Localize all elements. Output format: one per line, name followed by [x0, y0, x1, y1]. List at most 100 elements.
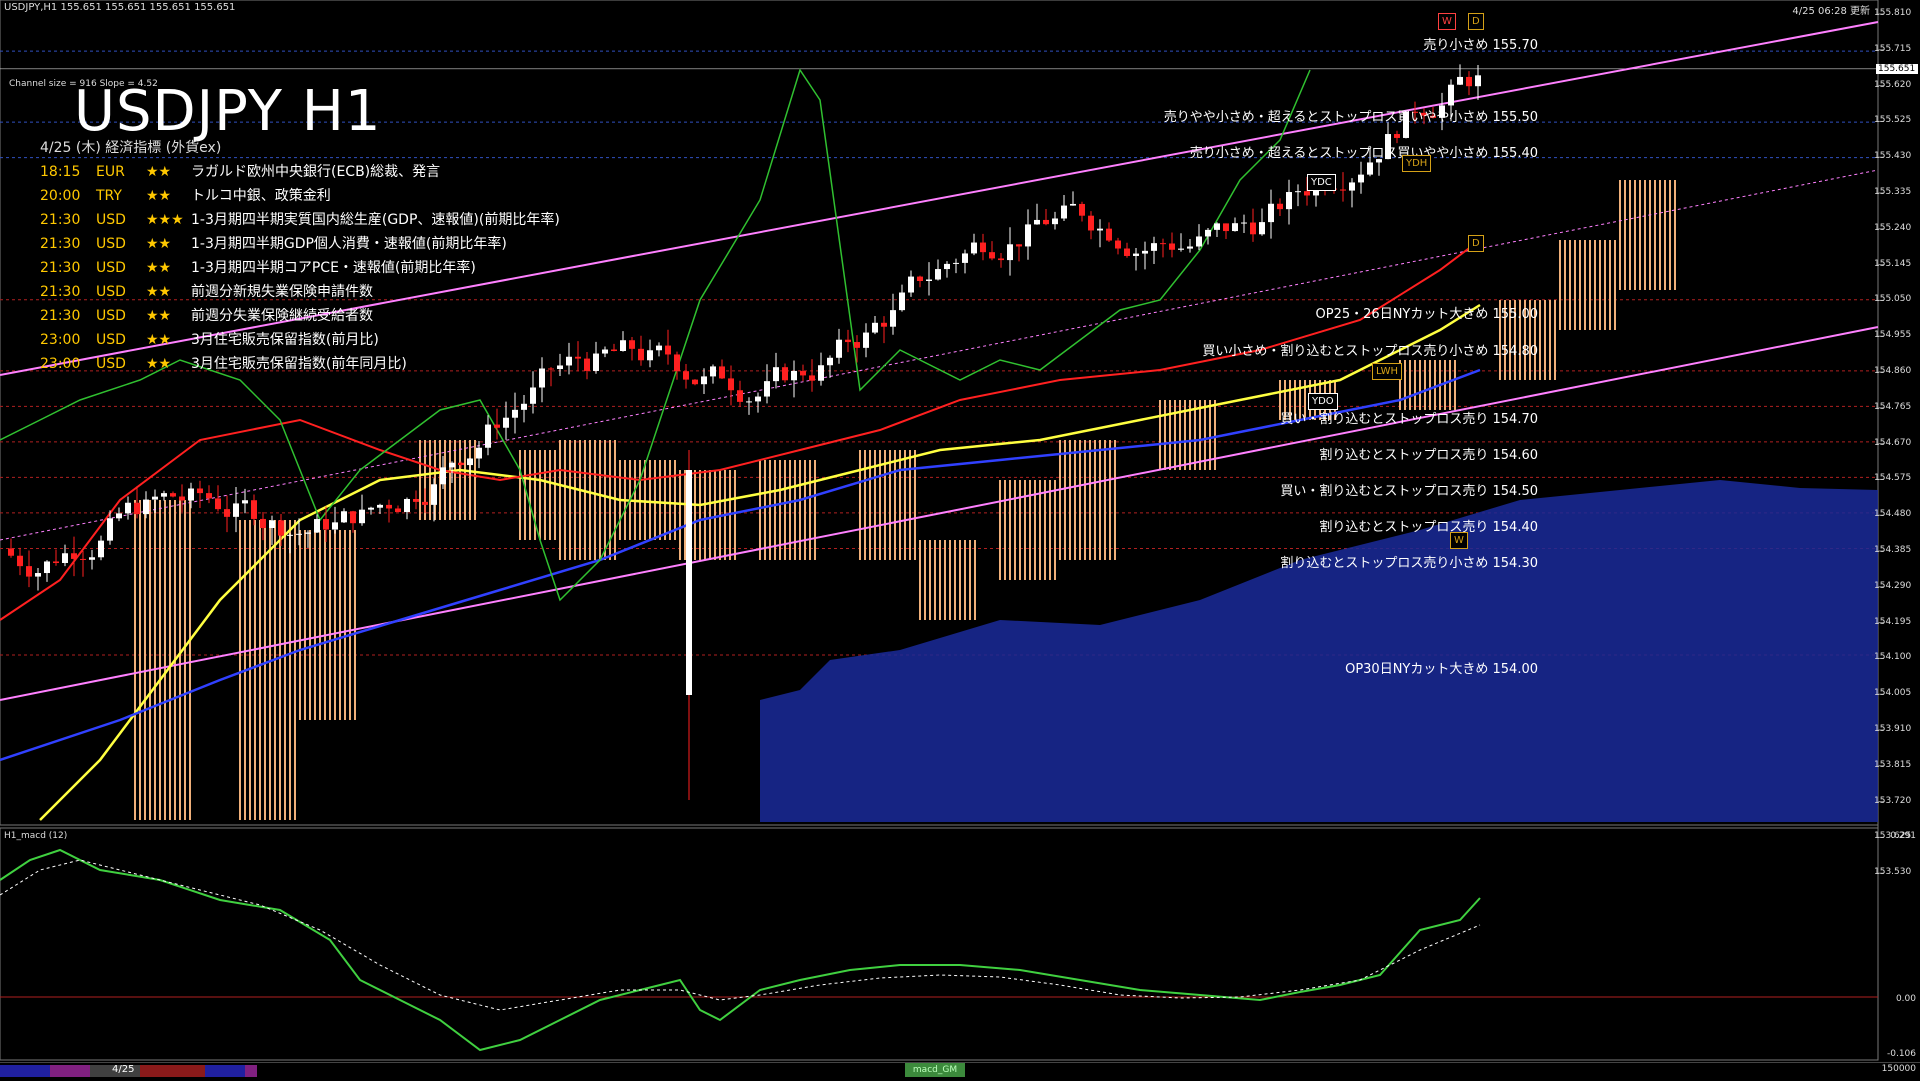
candle-body [935, 269, 941, 280]
candle-body [827, 357, 833, 366]
level-label: 売り小さめ・超えるとストップロス買いやや小さめ 155.40 [1189, 146, 1538, 161]
candle-body [1052, 218, 1058, 225]
economic-events-list: 18:15 EUR ★★ ラガルド欧州中央銀行(ECB)総裁、発言 20:00 TRY ★★… [40, 160, 560, 376]
event-row: 21:30 USD ★★★ 1-3月期四半期実質国内総生産(GDP、速報値)(前期比年… [40, 208, 560, 232]
candle-body [1178, 248, 1184, 250]
candle-body [413, 498, 419, 502]
candle-body [449, 462, 455, 468]
candle-body [35, 573, 41, 577]
event-row: 21:30 USD ★★ 前週分新規失業保険申請件数 [40, 280, 560, 304]
candle-body [989, 252, 995, 259]
candle-body [566, 356, 572, 366]
event-time: 21:30 [40, 236, 81, 252]
candle-body [602, 349, 608, 354]
candle-body [1268, 203, 1274, 223]
price-tick: 154.480 [1874, 509, 1912, 520]
price-tick: 154.005 [1874, 688, 1912, 699]
candle-body [962, 253, 968, 263]
candle-body [656, 345, 662, 351]
macd-title: H1_macd (12) [4, 831, 68, 841]
event-stars: ★★ [146, 188, 172, 204]
macd-tab[interactable]: macd_GM [905, 1063, 965, 1077]
candle-body [926, 279, 932, 281]
price-tick: 154.195 [1874, 616, 1912, 627]
candle-body [188, 488, 194, 501]
candle-body [908, 276, 914, 293]
candle-body [1196, 236, 1202, 247]
candle-body [818, 365, 824, 381]
candle-body [719, 366, 725, 379]
candle-body [1232, 223, 1238, 232]
candle-body [1448, 84, 1454, 106]
candle-body [512, 409, 518, 418]
candle-body [575, 356, 581, 359]
candle-body [1088, 215, 1094, 231]
candle-body [1016, 244, 1022, 247]
candle-body [845, 339, 851, 343]
candle-body [233, 503, 239, 517]
candle-body [80, 558, 86, 560]
candle-body [1277, 203, 1283, 210]
candle-body [386, 504, 392, 509]
candle-body [809, 375, 815, 381]
candle-body [1367, 162, 1373, 175]
candle-body [440, 467, 446, 485]
candle-body [143, 499, 149, 515]
ydc-tag: YDC [1307, 174, 1336, 191]
candle-body [836, 339, 842, 358]
price-tick: 154.100 [1874, 652, 1912, 663]
macd-scale-top: 0.291 [1890, 831, 1916, 841]
candle-body [683, 371, 689, 380]
price-tick: 155.620 [1874, 79, 1912, 90]
event-stars: ★★ [146, 332, 172, 348]
bottom-right-value: 150000 [1881, 1064, 1916, 1074]
candle-body [863, 332, 869, 348]
candle-body [359, 509, 365, 524]
candle-body [152, 496, 158, 500]
candle-body [1106, 228, 1112, 241]
candle-body [1223, 223, 1229, 232]
candle-body [701, 376, 707, 385]
candle-body [998, 258, 1004, 261]
candle-body [305, 532, 311, 534]
event-stars: ★★★ [146, 212, 184, 228]
event-row: 21:30 USD ★★ 1-3月期四半期GDP個人消費・速報値(前期比年率) [40, 232, 560, 256]
event-stars: ★★ [146, 308, 172, 324]
candle-body [917, 276, 923, 281]
candle-body [593, 353, 599, 371]
candle-body [1295, 191, 1301, 193]
candle-body [260, 518, 266, 529]
event-text: 1-3月期四半期コアPCE・速報値(前期比年率) [191, 260, 476, 276]
level-label: 買い小さめ・割り込むとストップロス売り小さめ 154.80 [1202, 344, 1538, 359]
price-tick: 154.955 [1874, 330, 1912, 341]
candle-body [1205, 229, 1211, 237]
level-label: OP30日NYカット大きめ 154.00 [1345, 662, 1538, 677]
event-time: 21:30 [40, 308, 81, 324]
event-row: 23:00 USD ★★ 3月住宅販売保留指数(前年同月比) [40, 352, 560, 376]
macd-scale-bottom: -0.106 [1886, 1049, 1916, 1059]
candle-body [1214, 223, 1220, 230]
event-text: 前週分新規失業保険申請件数 [191, 284, 373, 300]
candle-body [1304, 191, 1310, 196]
candle-body [242, 500, 248, 504]
candle-body [1241, 222, 1247, 224]
candle-body [1457, 76, 1463, 85]
candle-body [620, 340, 626, 352]
candle-body [125, 502, 131, 514]
candle-body [1358, 174, 1364, 183]
price-tick: 154.670 [1874, 437, 1912, 448]
price-tick: 154.290 [1874, 580, 1912, 591]
event-stars: ★★ [146, 356, 172, 372]
candle-body [1286, 192, 1292, 210]
event-text: ラガルド欧州中央銀行(ECB)総裁、発言 [191, 164, 441, 180]
candle-body [692, 379, 698, 385]
price-tick: 155.715 [1874, 43, 1912, 54]
candle-body [422, 501, 428, 505]
current-price-badge: 155.651 [1876, 64, 1918, 74]
event-text: 3月住宅販売保留指数(前月比) [191, 332, 379, 348]
candle-body [458, 462, 464, 466]
candle-body [1007, 244, 1013, 261]
candle-body [395, 508, 401, 513]
price-tick: 154.860 [1874, 366, 1912, 376]
event-text: トルコ中銀、政策金利 [191, 188, 331, 204]
